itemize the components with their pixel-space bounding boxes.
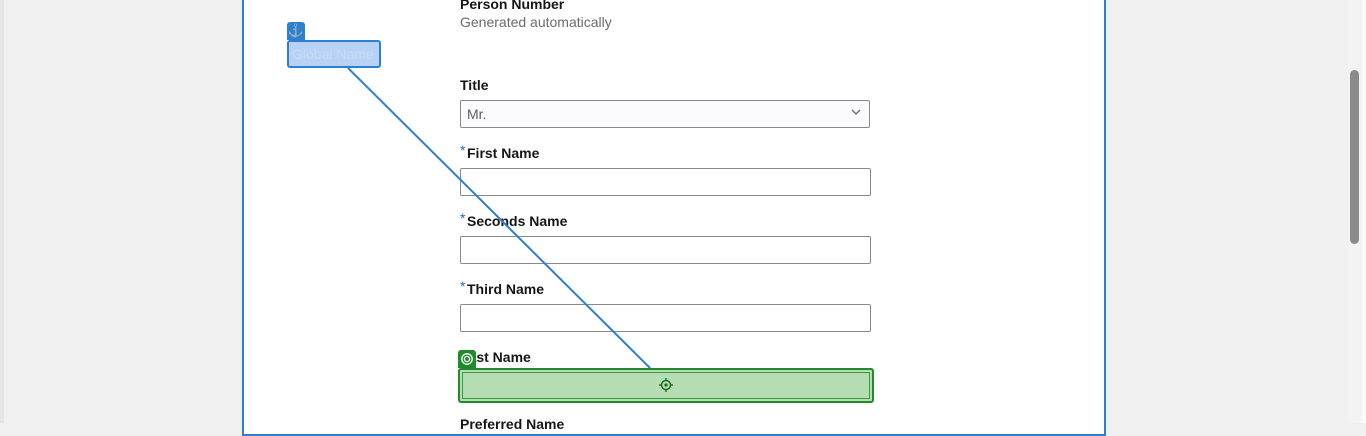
window-edge: [1362, 0, 1366, 423]
scrollbar-thumb[interactable]: [1350, 70, 1359, 244]
drag-connector: [347, 67, 651, 369]
